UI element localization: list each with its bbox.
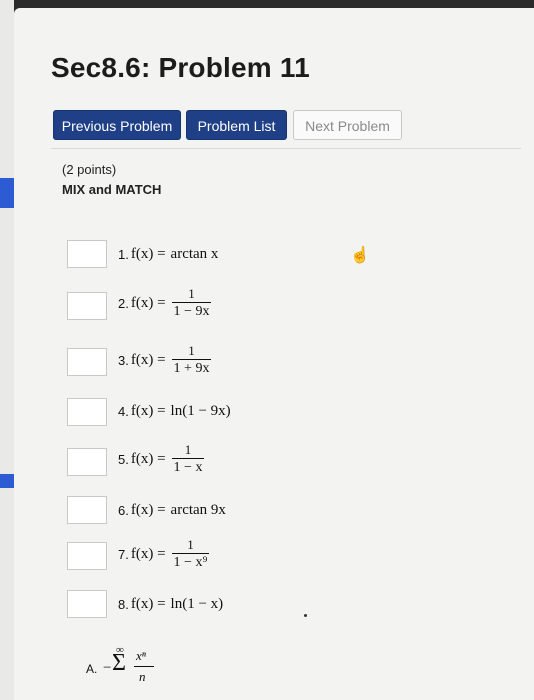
item-lhs: f(x) =	[130, 403, 166, 419]
fraction-denominator: 1 − x⁹	[171, 553, 210, 570]
item-lhs: f(x) =	[130, 294, 166, 311]
item-fraction: 1 1 − 9x	[171, 286, 212, 320]
item-expression: arctan x	[170, 246, 219, 262]
stray-dot	[304, 614, 307, 617]
answer-input-8[interactable]	[67, 590, 107, 618]
answer-input-4[interactable]	[67, 398, 107, 426]
hand-cursor-icon: ☝	[350, 247, 370, 264]
item-lhs: f(x) =	[130, 596, 166, 612]
item-lhs: f(x) =	[130, 351, 166, 368]
item-expression: ln(1 − x)	[170, 596, 224, 612]
fraction-numerator: 1	[188, 286, 195, 301]
fraction-numerator: 1	[188, 343, 195, 358]
answer-input-1[interactable]	[67, 240, 107, 268]
item-fraction: 1 1 − x⁹	[171, 537, 210, 571]
instructions: MIX and MATCH	[62, 182, 162, 197]
answer-input-5[interactable]	[67, 448, 107, 476]
answer-input-3[interactable]	[67, 348, 107, 376]
left-edge	[0, 0, 14, 700]
match-item-7: 7. f(x) = 1 1 − x⁹	[118, 537, 210, 571]
match-item-4: 4. f(x) = ln(1 − 9x)	[118, 403, 231, 420]
item-number: 4.	[118, 404, 129, 419]
points-label: (2 points)	[62, 162, 117, 177]
sigma-icon: Σ	[112, 650, 126, 676]
divider	[51, 148, 521, 149]
answer-input-2[interactable]	[67, 292, 107, 320]
answer-input-6[interactable]	[67, 496, 107, 524]
item-fraction: 1 1 + 9x	[171, 343, 212, 377]
problem-list-button[interactable]: Problem List	[186, 110, 287, 140]
series-fraction-bar	[134, 666, 154, 667]
fraction-denominator: 1 − x	[171, 458, 205, 475]
item-number: 2.	[118, 295, 129, 311]
option-a-sign: −	[103, 660, 112, 676]
match-item-1: 1. f(x) = arctan x	[118, 246, 218, 263]
match-item-8: 8. f(x) = ln(1 − x)	[118, 596, 223, 613]
fraction-denominator: 1 − 9x	[171, 302, 212, 319]
item-number: 6.	[118, 503, 129, 518]
next-problem-button[interactable]: Next Problem	[293, 110, 402, 140]
item-lhs: f(x) =	[130, 246, 166, 262]
item-number: 3.	[118, 352, 129, 368]
item-lhs: f(x) =	[130, 450, 166, 467]
item-lhs: f(x) =	[130, 545, 166, 562]
item-fraction: 1 1 − x	[171, 442, 205, 476]
match-item-3: 3. f(x) = 1 1 + 9x	[118, 343, 212, 377]
page-title: Sec8.6: Problem 11	[51, 52, 310, 83]
item-number: 8.	[118, 597, 129, 612]
fraction-numerator: 1	[187, 537, 194, 552]
match-item-5: 5. f(x) = 1 1 − x	[118, 442, 205, 476]
item-lhs: f(x) =	[130, 502, 166, 518]
item-number: 7.	[118, 546, 129, 562]
item-expression: ln(1 − 9x)	[170, 403, 231, 419]
option-a-label: A.	[86, 662, 98, 676]
fraction-numerator: 1	[184, 442, 192, 457]
item-expression: arctan 9x	[170, 502, 226, 518]
series-denominator: n	[139, 669, 146, 684]
previous-problem-button[interactable]: Previous Problem	[53, 110, 181, 140]
fraction-denominator: 1 + 9x	[171, 359, 212, 376]
item-number: 5.	[118, 451, 129, 467]
item-number: 1.	[118, 247, 129, 262]
series-numerator: xⁿ	[136, 648, 146, 663]
answer-input-7[interactable]	[67, 542, 107, 570]
match-item-6: 6. f(x) = arctan 9x	[118, 502, 226, 519]
match-item-2: 2. f(x) = 1 1 − 9x	[118, 286, 212, 320]
